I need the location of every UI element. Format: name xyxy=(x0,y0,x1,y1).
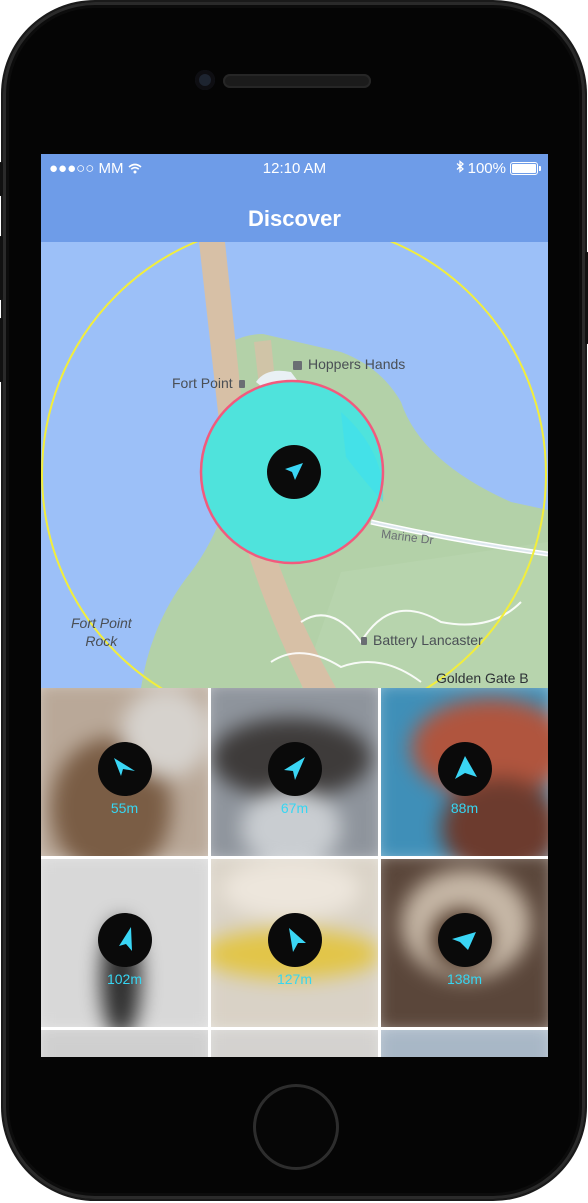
distance-label: 67m xyxy=(280,800,309,816)
direction-indicator xyxy=(98,742,152,796)
discovery-tile[interactable]: 67m xyxy=(211,688,378,856)
distance-label: 138m xyxy=(446,971,483,987)
home-button[interactable] xyxy=(253,1084,339,1170)
map-label-hoppers-hands: Hoppers Hands xyxy=(293,356,405,372)
discovery-tile[interactable]: 88m xyxy=(381,688,548,856)
discovery-tile[interactable] xyxy=(381,1030,548,1057)
volume-up-button xyxy=(0,236,3,300)
direction-indicator xyxy=(268,742,322,796)
navigation-arrow-icon xyxy=(452,932,476,950)
map-label-fort-point: Fort Point xyxy=(172,375,251,391)
direction-indicator xyxy=(438,742,492,796)
status-bar: ●●●○○ MM 12:10 AM 100% xyxy=(41,154,548,182)
map-label-fort-point-rock: Fort Point Rock xyxy=(71,615,132,649)
discovery-grid: 55m 67m 88m 102m 127m 138m xyxy=(41,688,548,1057)
navigation-arrow-icon xyxy=(455,756,477,779)
navigation-bar: Discover xyxy=(41,182,548,242)
navigation-arrow-icon xyxy=(284,757,305,780)
status-right: 100% xyxy=(456,160,541,177)
discovery-tile[interactable]: 138m xyxy=(381,859,548,1027)
discovery-tile[interactable] xyxy=(211,1030,378,1057)
mute-switch xyxy=(0,162,3,196)
page-title: Discover xyxy=(248,206,341,231)
battery-icon xyxy=(510,162,541,175)
bluetooth-icon xyxy=(456,160,464,177)
battery-percent: 100% xyxy=(467,160,506,177)
navigation-arrow-icon xyxy=(285,463,303,480)
app-screen: ●●●○○ MM 12:10 AM 100% Discover Hoppers … xyxy=(41,154,548,1057)
poi-icon xyxy=(293,360,302,370)
navigation-arrow-icon xyxy=(289,928,306,952)
direction-indicator xyxy=(268,913,322,967)
map-label-golden-gate: Golden Gate B xyxy=(436,670,529,686)
distance-label: 102m xyxy=(106,971,143,987)
discovery-tile[interactable] xyxy=(41,1030,208,1057)
map-label-battery-lancaster: Battery Lancaster xyxy=(361,632,483,648)
distance-label: 127m xyxy=(276,971,313,987)
direction-indicator xyxy=(98,913,152,967)
direction-indicator xyxy=(438,913,492,967)
discovery-tile[interactable]: 55m xyxy=(41,688,208,856)
volume-down-button xyxy=(0,318,3,382)
distance-label: 88m xyxy=(450,800,479,816)
discovery-tile[interactable]: 127m xyxy=(211,859,378,1027)
map-view[interactable]: Hoppers Hands Fort Point Fort Point Rock… xyxy=(41,242,548,688)
user-location-pin[interactable] xyxy=(267,445,321,499)
navigation-arrow-icon xyxy=(114,758,135,776)
monument-icon xyxy=(238,380,245,389)
monument-icon xyxy=(361,637,367,646)
front-camera xyxy=(195,70,215,90)
navigation-arrow-icon xyxy=(119,927,132,951)
earpiece-speaker xyxy=(223,74,371,88)
discovery-tile[interactable]: 102m xyxy=(41,859,208,1027)
distance-label: 55m xyxy=(110,800,139,816)
